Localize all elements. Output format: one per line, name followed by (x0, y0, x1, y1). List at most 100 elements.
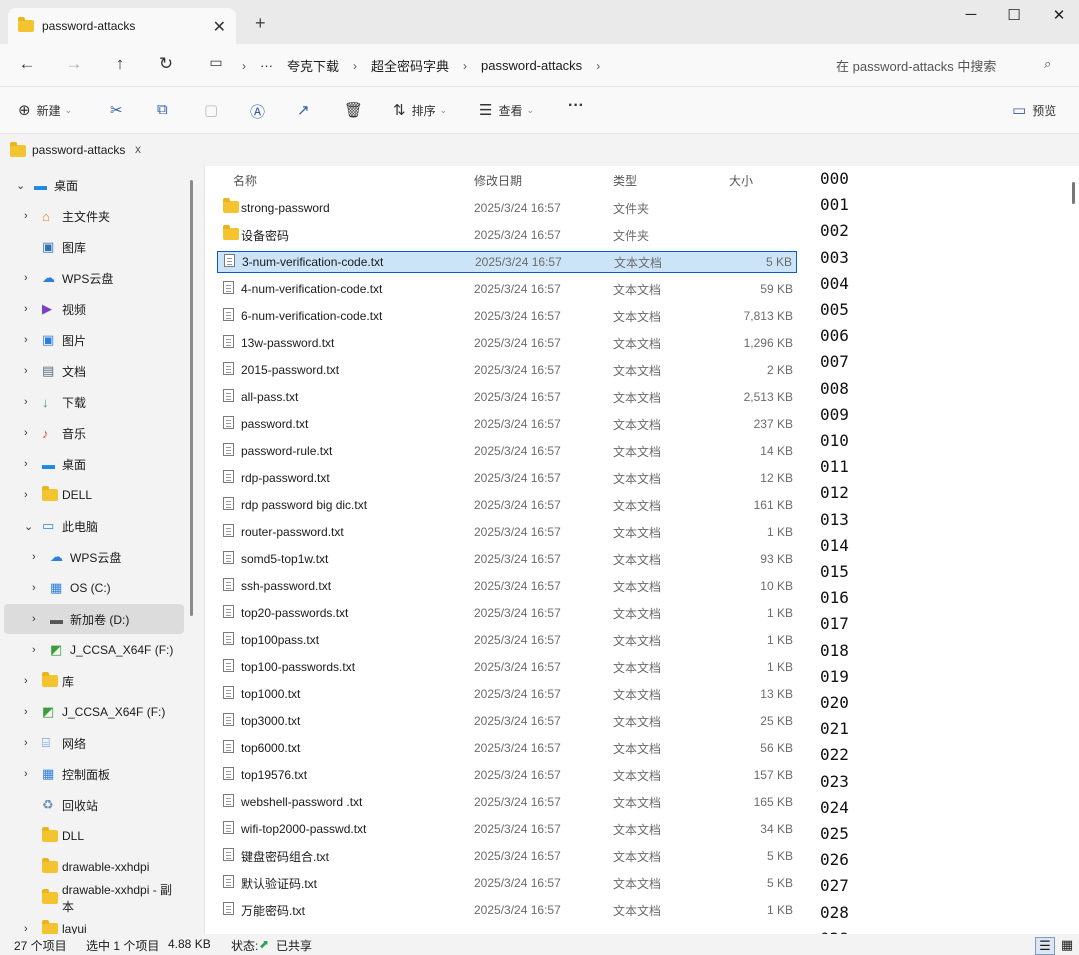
file-row[interactable]: top20-passwords.txt 2025/3/24 16:57 文本文档 1 … (217, 602, 797, 624)
nav-item[interactable]: › ◩ J_CCSA_X64F (F:) (0, 697, 184, 727)
paste-button[interactable]: ▢ (204, 101, 224, 119)
nav-item[interactable]: › ▦ OS (C:) (0, 573, 184, 603)
chevron-down-icon[interactable]: ⌄ (16, 179, 25, 192)
column-header-size[interactable]: 大小 (729, 172, 753, 189)
chevron-right-icon[interactable]: › (24, 272, 28, 284)
file-row[interactable]: 6-num-verification-code.txt 2025/3/24 16:… (217, 305, 797, 327)
maximize-button[interactable]: ☐ (999, 6, 1029, 24)
file-row[interactable]: 默认验证码.txt 2025/3/24 16:57 文本文档 5 KB (217, 872, 797, 894)
file-row[interactable]: 万能密码.txt 2025/3/24 16:57 文本文档 1 KB (217, 899, 797, 921)
sort-button[interactable]: ⇅ 排序 ⌄ (393, 101, 447, 119)
file-row[interactable]: all-pass.txt 2025/3/24 16:57 文本文档 2,513 KB (217, 386, 797, 408)
file-row[interactable]: somd5-top1w.txt 2025/3/24 16:57 文本文档 93 KB (217, 548, 797, 570)
nav-item[interactable]: › ☁ WPS云盘 (0, 542, 184, 572)
nav-item[interactable]: › ▤ 文档 (0, 356, 184, 386)
file-row[interactable]: 4-num-verification-code.txt 2025/3/24 16:… (217, 278, 797, 300)
chevron-right-icon[interactable]: › (32, 644, 36, 656)
forward-icon[interactable]: → (62, 54, 86, 74)
file-row[interactable]: 键盘密码组合.txt 2025/3/24 16:57 文本文档 5 KB (217, 845, 797, 867)
tab-password-attacks[interactable]: password-attacks ✕ (8, 8, 236, 44)
chevron-right-icon[interactable]: › (596, 59, 600, 73)
new-tab-button[interactable]: + (255, 13, 266, 34)
file-row[interactable]: 2015-password.txt 2025/3/24 16:57 文本文档 2 KB (217, 359, 797, 381)
file-row[interactable]: ssh-password.txt 2025/3/24 16:57 文本文档 10 KB (217, 575, 797, 597)
nav-item[interactable]: › 库 (0, 666, 184, 696)
file-row[interactable]: top100pass.txt 2025/3/24 16:57 文本文档 1 KB (217, 629, 797, 651)
nav-item[interactable]: › ◩ J_CCSA_X64F (F:) (0, 635, 184, 665)
right-scrollbar[interactable] (1072, 182, 1075, 204)
chevron-right-icon[interactable]: › (24, 706, 28, 718)
nav-item[interactable]: › ▬ 桌面 (0, 449, 184, 479)
breadcrumb-item[interactable]: password-attacks (481, 58, 582, 73)
file-row[interactable]: top100-passwords.txt 2025/3/24 16:57 文本文档 1… (217, 656, 797, 678)
chevron-right-icon[interactable]: › (24, 675, 28, 687)
folder-row[interactable]: strong-password 2025/3/24 16:57 文件夹 (217, 197, 797, 219)
file-row[interactable]: router-password.txt 2025/3/24 16:57 文本文档 1 … (217, 521, 797, 543)
nav-item[interactable]: ⌄ ▭ 此电脑 (0, 511, 184, 541)
nav-item[interactable]: › DELL (0, 480, 184, 510)
nav-item[interactable]: › ▣ 图片 (0, 325, 184, 355)
nav-item[interactable]: › ▶ 视频 (0, 294, 184, 324)
chevron-right-icon[interactable]: › (24, 768, 28, 780)
nav-item[interactable]: › ▦ 控制面板 (0, 759, 184, 789)
chevron-right-icon[interactable]: › (24, 489, 28, 501)
nav-item[interactable]: › ☁ WPS云盘 (0, 263, 184, 293)
folder-row[interactable]: 设备密码 2025/3/24 16:57 文件夹 (217, 224, 797, 246)
nav-item[interactable]: drawable-xxhdpi - 副本 (0, 883, 184, 914)
chevron-right-icon[interactable]: › (24, 396, 28, 408)
nav-item[interactable]: ▣ 图库 (0, 232, 184, 262)
chevron-right-icon[interactable]: › (32, 551, 36, 563)
file-row[interactable]: top1000.txt 2025/3/24 16:57 文本文档 13 KB (217, 683, 797, 705)
share-button[interactable]: ↗ (297, 101, 316, 119)
nav-item[interactable]: drawable-xxhdpi (0, 852, 184, 882)
view-button[interactable]: ☰ 查看 ⌄ (479, 101, 534, 119)
preview-button[interactable]: ▭ 预览 (1012, 101, 1056, 119)
monitor-icon[interactable]: ▭ (204, 54, 228, 71)
copy-button[interactable]: ⧉ (157, 101, 174, 118)
chevron-down-icon[interactable]: ⌄ (24, 520, 33, 533)
file-row[interactable]: password.txt 2025/3/24 16:57 文本文档 237 KB (217, 413, 797, 435)
nav-item[interactable]: › ▬ 新加卷 (D:) (4, 604, 184, 634)
file-row[interactable]: 3-num-verification-code.txt 2025/3/24 16:… (217, 251, 797, 273)
nav-item[interactable]: ⌄ ▬ 桌面 (0, 170, 184, 200)
file-row[interactable]: top19576.txt 2025/3/24 16:57 文本文档 157 KB (217, 764, 797, 786)
file-row[interactable]: rdp password big dic.txt 2025/3/24 16:57 文… (217, 494, 797, 516)
file-row[interactable]: top6000.txt 2025/3/24 16:57 文本文档 56 KB (217, 737, 797, 759)
search-input[interactable]: 在 password-attacks 中搜索 (836, 56, 996, 75)
refresh-icon[interactable]: ↻ (154, 54, 178, 74)
rename-button[interactable]: Ⓐ (250, 101, 271, 122)
details-view-icon[interactable]: ☰ (1035, 937, 1055, 955)
column-header-type[interactable]: 类型 (613, 172, 637, 189)
nav-item[interactable]: › ♪ 音乐 (0, 418, 184, 448)
chevron-right-icon[interactable]: › (24, 210, 28, 222)
chevron-right-icon[interactable]: › (24, 365, 28, 377)
back-icon[interactable]: ← (15, 54, 39, 74)
new-button[interactable]: ⊕ 新建 ⌄ (18, 101, 72, 119)
nav-item[interactable]: › ⌸ 网络 (0, 728, 184, 758)
file-row[interactable]: top3000.txt 2025/3/24 16:57 文本文档 25 KB (217, 710, 797, 732)
more-options-button[interactable]: ··· (568, 97, 584, 115)
chevron-right-icon[interactable]: › (24, 737, 28, 749)
nav-item[interactable]: › layui (0, 914, 184, 936)
minimize-button[interactable]: ─ (956, 6, 986, 23)
cut-button[interactable]: ✂ (110, 101, 129, 119)
file-row[interactable]: password-rule.txt 2025/3/24 16:57 文本文档 14 K… (217, 440, 797, 462)
pinned-folder-tab[interactable]: password-attacks x (0, 134, 200, 164)
nav-item[interactable]: › ↓ 下载 (0, 387, 184, 417)
file-row[interactable]: webshell-password .txt 2025/3/24 16:57 文本文… (217, 791, 797, 813)
file-row[interactable]: 13w-password.txt 2025/3/24 16:57 文本文档 1,296… (217, 332, 797, 354)
column-header-name[interactable]: 名称 (233, 172, 257, 189)
chevron-right-icon[interactable]: › (32, 582, 36, 594)
file-row[interactable]: rdp-password.txt 2025/3/24 16:57 文本文档 12 KB (217, 467, 797, 489)
delete-button[interactable]: 🗑 (344, 101, 369, 119)
chevron-right-icon[interactable]: › (32, 613, 36, 625)
nav-scrollbar[interactable] (190, 180, 193, 616)
search-icon[interactable]: ⌕ (1044, 56, 1051, 72)
nav-item[interactable]: › ⌂ 主文件夹 (0, 201, 184, 231)
breadcrumb-item[interactable]: 超全密码字典 (371, 56, 449, 75)
close-window-button[interactable]: ✕ (1044, 6, 1074, 24)
file-row[interactable]: wifi-top2000-passwd.txt 2025/3/24 16:57 文本… (217, 818, 797, 840)
nav-item[interactable]: ♻ 回收站 (0, 790, 184, 820)
chevron-right-icon[interactable]: › (24, 427, 28, 439)
column-header-date[interactable]: 修改日期 (474, 172, 522, 189)
